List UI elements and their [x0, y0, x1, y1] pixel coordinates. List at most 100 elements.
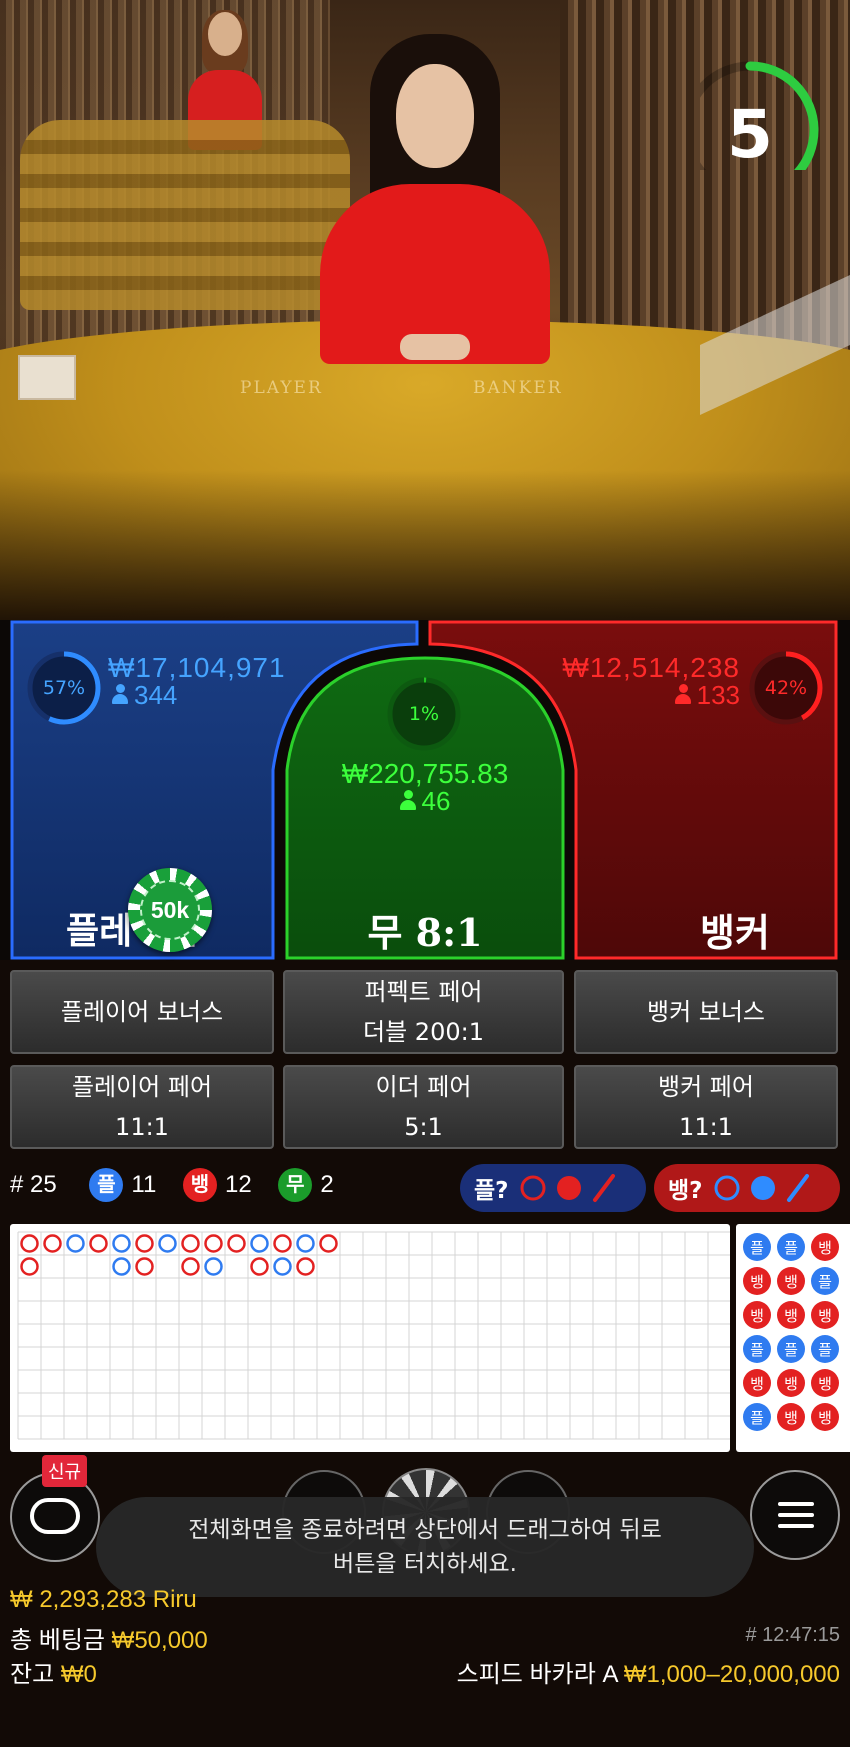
dot-marker-icon: [556, 1176, 581, 1200]
banker-bettor-count: 133: [650, 680, 740, 711]
tie-count-value: 46: [421, 786, 451, 816]
toast-line: 전체화면을 종료하려면 상단에서 드래그하여 뒤로: [188, 1517, 662, 1543]
player-percentage: 57%: [42, 677, 86, 699]
player-count-value: 344: [134, 680, 178, 710]
account-info: ₩ 2,293,283 Riru 총 베팅금 ₩50,000 잔고 ₩0 # 1…: [0, 1582, 850, 1747]
balance-row: 잔고 ₩0: [10, 1654, 97, 1689]
road-marker: [204, 1234, 223, 1253]
total-bet-row: 총 베팅금 ₩50,000: [10, 1620, 208, 1655]
bead-label: 플: [818, 1341, 832, 1359]
player-pair-button[interactable]: 플레이어 페어 11:1: [10, 1065, 274, 1149]
person-icon: [112, 684, 128, 704]
countdown-timer: 5: [681, 30, 820, 199]
side-bet-label: 뱅커 페어: [658, 1073, 754, 1101]
tie-percentage: 1%: [408, 703, 440, 725]
bet-limits: ₩1,000–20,000,000: [623, 1661, 840, 1688]
ring-marker-icon: [714, 1175, 740, 1201]
hamburger-icon: [778, 1502, 814, 1528]
side-bet-payout: 더블 200:1: [363, 1018, 484, 1046]
banker-percentage-ring: 42%: [748, 650, 824, 726]
road-marker: [273, 1257, 292, 1276]
balance-partial: ₩ 2,293,283 Riru: [10, 1586, 197, 1613]
bead-label: 뱅: [818, 1409, 832, 1427]
bead-label: 플: [750, 1409, 764, 1427]
side-bet-payout: 11:1: [679, 1113, 733, 1141]
bead-label: 뱅: [750, 1273, 764, 1291]
road-marker: [204, 1257, 223, 1276]
player-percentage-ring: 57%: [26, 650, 102, 726]
banker-percentage: 42%: [764, 677, 808, 699]
placed-chip[interactable]: 50k: [128, 868, 212, 952]
side-bet-payout: 5:1: [404, 1113, 443, 1141]
tie-wins-badge: 무: [278, 1168, 313, 1202]
table-info[interactable]: 스피드 바카라 A ₩1,000–20,000,000: [457, 1654, 840, 1689]
total-bet-label: 총 베팅금: [10, 1627, 105, 1654]
person-icon: [399, 790, 416, 810]
banker-bonus-button[interactable]: 뱅커 보너스: [574, 970, 838, 1054]
road-marker: [250, 1257, 269, 1276]
table-label-player: PLAYER: [240, 378, 323, 398]
big-road-scoreboard[interactable]: [10, 1224, 730, 1452]
banker-wins-count: 12: [224, 1171, 252, 1198]
player-wins-count: 11: [131, 1171, 157, 1198]
dot-marker-icon: [750, 1176, 775, 1200]
road-marker: [135, 1234, 154, 1253]
road-marker: [20, 1257, 39, 1276]
tie-bet-label: 무 8:1: [367, 910, 483, 955]
tie-percentage-ring: 1%: [386, 676, 462, 752]
player-wins-badge: 플: [89, 1168, 124, 1202]
side-bet-label: 플레이어 페어: [71, 1073, 213, 1101]
banker-ask-button[interactable]: 뱅?: [654, 1164, 840, 1212]
slash-marker-icon: [786, 1174, 809, 1202]
round-number: # 25: [10, 1171, 57, 1198]
side-bet-label: 플레이어 보너스: [60, 998, 224, 1026]
road-marker: [43, 1234, 62, 1253]
either-pair-button[interactable]: 이더 페어 5:1: [283, 1065, 564, 1149]
road-marker: [181, 1234, 200, 1253]
bead-label: 플: [818, 1273, 832, 1291]
side-bet-label: 퍼펙트 페어: [364, 978, 483, 1006]
round-timestamp: # 12:47:15: [745, 1624, 840, 1646]
road-marker: [66, 1234, 85, 1253]
bead-label: 뱅: [784, 1307, 798, 1325]
side-bet-label: 이더 페어: [375, 1073, 472, 1101]
bead-label: 플: [750, 1341, 764, 1359]
total-bet-value: ₩50,000: [111, 1627, 208, 1654]
road-marker: [112, 1257, 131, 1276]
bead-label: 플: [750, 1239, 764, 1257]
bead-plate-scoreboard[interactable]: 플플뱅뱅뱅플뱅뱅뱅플플플뱅뱅뱅플뱅뱅: [736, 1224, 850, 1452]
road-marker: [250, 1234, 269, 1253]
road-marker: [227, 1234, 246, 1253]
live-video: PLAYER BANKER 5: [0, 0, 850, 620]
toast-line: 버튼을 터치하세요.: [333, 1551, 517, 1577]
bead-label: 뱅: [750, 1307, 764, 1325]
tie-wins-count: 2: [320, 1171, 334, 1198]
balance-label: 잔고: [10, 1661, 55, 1688]
tie-bettor-count: 46: [290, 786, 560, 817]
banker-ask-label: 뱅?: [668, 1178, 703, 1204]
bead-label: 뱅: [818, 1375, 832, 1393]
perfect-pair-button[interactable]: 퍼펙트 페어 더블 200:1: [283, 970, 564, 1054]
card-stack: [18, 355, 76, 400]
road-marker: [296, 1234, 315, 1253]
bead-label: 뱅: [818, 1307, 832, 1325]
road-marker: [273, 1234, 292, 1253]
player-ask-button[interactable]: 플?: [460, 1164, 646, 1212]
player-ask-label: 플?: [474, 1178, 509, 1204]
road-marker: [112, 1234, 131, 1253]
balance-value: ₩0: [60, 1661, 97, 1688]
side-bet-payout: 11:1: [115, 1113, 169, 1141]
person-icon: [674, 684, 691, 704]
banker-wins-badge: 뱅: [182, 1168, 217, 1202]
table-label-banker: BANKER: [473, 378, 563, 398]
chip-value: 50k: [140, 880, 200, 940]
player-bonus-button[interactable]: 플레이어 보너스: [10, 970, 274, 1054]
banker-count-value: 133: [696, 680, 740, 710]
menu-button[interactable]: [750, 1470, 840, 1560]
road-marker: [158, 1234, 177, 1253]
banker-pair-button[interactable]: 뱅커 페어 11:1: [574, 1065, 838, 1149]
banker-bet-label: 뱅커: [700, 913, 770, 955]
bead-label: 뱅: [784, 1409, 798, 1427]
bead-label: 플: [784, 1239, 798, 1257]
road-marker: [319, 1234, 338, 1253]
